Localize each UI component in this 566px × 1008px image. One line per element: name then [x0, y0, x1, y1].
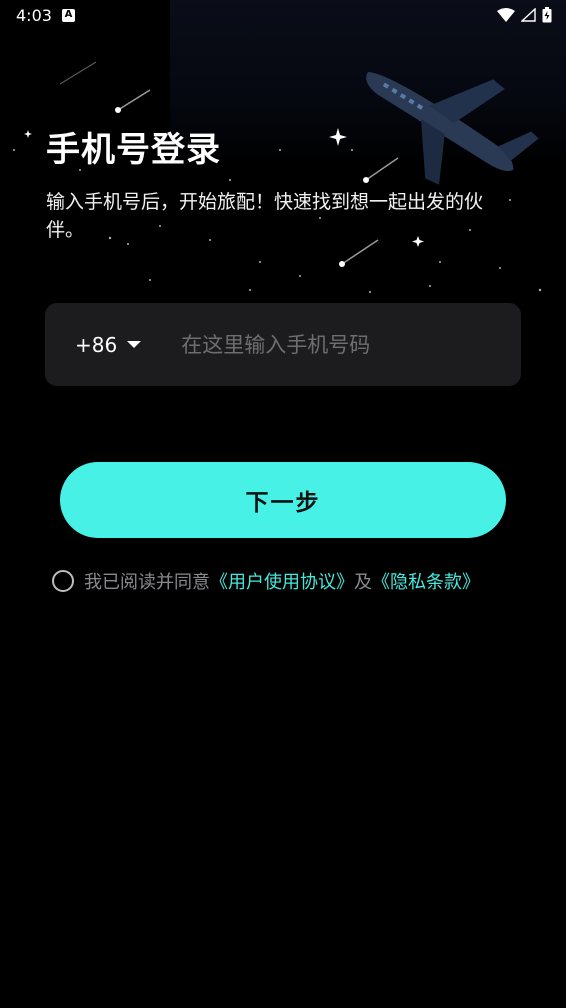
notification-a-icon: A — [61, 8, 75, 22]
phone-number-input[interactable] — [179, 331, 464, 358]
shooting-star-3 — [363, 157, 399, 183]
agreement-prefix: 我已阅读并同意 — [84, 572, 210, 593]
battery-charging-icon — [542, 7, 552, 23]
caret-down-icon — [127, 341, 142, 348]
status-bar: 4:03 A — [0, 0, 566, 30]
agree-radio-button[interactable] — [52, 570, 74, 592]
phone-input-container: +86 — [45, 303, 521, 386]
country-code-label: +86 — [75, 332, 118, 357]
user-agreement-link[interactable]: 《用户使用协议》 — [210, 568, 354, 594]
shooting-star-1 — [115, 89, 151, 113]
next-step-button[interactable]: 下一步 — [60, 462, 506, 538]
signal-icon — [521, 8, 536, 22]
privacy-policy-link[interactable]: 《隐私条款》 — [372, 568, 480, 594]
status-time: 4:03 — [16, 5, 52, 25]
agreement-row: 我已阅读并同意 《用户使用协议》 及 《隐私条款》 — [52, 568, 480, 594]
shooting-star-4 — [339, 239, 379, 267]
agreement-conjunction: 及 — [354, 572, 372, 593]
country-code-selector[interactable]: +86 — [75, 332, 142, 357]
wifi-icon — [497, 8, 515, 22]
page-title: 手机号登录 — [46, 130, 221, 170]
shooting-star-2 — [59, 61, 97, 85]
page-subtitle: 输入手机号后，开始旅配！快速找到想一起出发的伙伴。 — [46, 191, 484, 241]
